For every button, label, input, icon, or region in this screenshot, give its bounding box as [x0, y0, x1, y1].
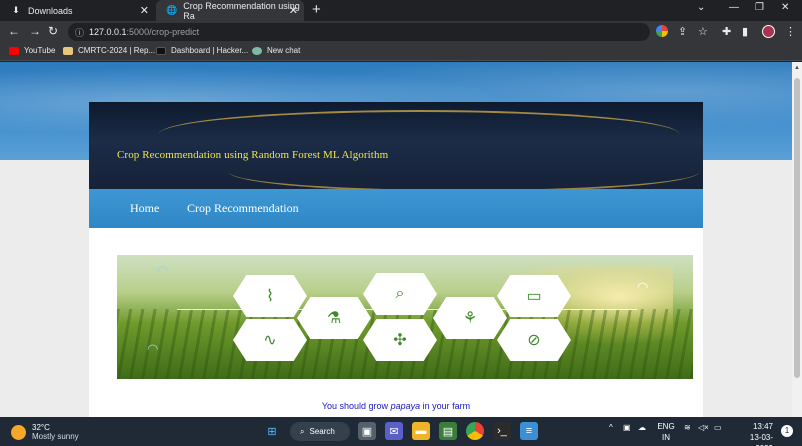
onedrive-icon[interactable]: ☁ [638, 423, 646, 432]
result-suffix: in your farm [422, 401, 471, 411]
farm-banner-image: ◠ ◠ ◠ ⌇ ⚗ ⌕ ⚘ ▭ ∿ ✣ ⊘ [117, 255, 693, 379]
bookmark-label: YouTube [24, 46, 56, 55]
show-hidden-icons[interactable]: ^ [609, 423, 613, 432]
chrome-icon[interactable] [466, 422, 484, 440]
tablet-icon: ▭ [497, 275, 571, 317]
weather-station-icon: ⌇ [233, 275, 307, 317]
close-tab-icon[interactable]: ✕ [289, 4, 298, 17]
search-label: Search [309, 427, 335, 436]
wifi-icon[interactable]: ≋ [684, 423, 691, 432]
magnifier-icon: ⌕ [363, 273, 437, 315]
taskbar: 32°C Mostly sunny ⊞ ⌕ Search ▣ ✉ ▬ ▤ ›_ … [0, 417, 802, 446]
menu-icon[interactable]: ⋮ [785, 25, 796, 38]
weather-widget[interactable]: 32°C Mostly sunny [11, 423, 79, 441]
file-explorer-icon[interactable]: ▬ [412, 422, 430, 440]
bookmark-youtube[interactable]: YouTube [9, 46, 55, 55]
site-header: Crop Recommendation using Random Forest … [89, 102, 703, 189]
pills-icon: ⊘ [497, 319, 571, 361]
teams-chat-icon[interactable]: ✉ [385, 422, 403, 440]
chat-icon [252, 46, 262, 55]
profile-avatar[interactable] [762, 25, 775, 38]
site-info-icon[interactable]: ⓘ [75, 26, 84, 39]
wifi-signal-icon: ◠ [637, 279, 649, 294]
bookmark-label: CMRTC-2024 | Rep... [78, 46, 156, 55]
terminal-icon[interactable]: ›_ [493, 422, 511, 440]
taskbar-search[interactable]: ⌕ Search [290, 422, 350, 441]
restore-button[interactable]: ❐ [755, 2, 764, 13]
side-panel-icon[interactable]: ▮ [742, 25, 748, 38]
url-text: 127.0.0.1:5000/crop-predict [89, 27, 200, 37]
scroll-up-icon[interactable]: ▲ [794, 65, 800, 71]
bookmark-label: New chat [267, 46, 301, 55]
globe-icon: 🌐 [166, 5, 178, 15]
share-icon[interactable]: ⇪ [678, 25, 687, 38]
notification-badge[interactable]: 1 [781, 425, 793, 437]
search-icon: ⌕ [300, 426, 305, 436]
download-icon: ⬇ [12, 5, 20, 15]
page-container: Crop Recommendation using Random Forest … [89, 102, 703, 417]
back-button[interactable]: ← [8, 24, 20, 38]
nav-home[interactable]: Home [130, 201, 159, 216]
minimize-button[interactable]: — [729, 2, 739, 13]
hackerearth-icon [156, 46, 166, 55]
bookmark-new-chat[interactable]: New chat [252, 46, 300, 55]
language-indicator[interactable]: ENG IN [656, 421, 676, 443]
clock[interactable]: 13:47 13-03-2023 [733, 421, 773, 446]
lang-region: IN [662, 433, 670, 442]
wifi-signal-icon: ◠ [147, 341, 159, 356]
tab-downloads[interactable]: ⬇ Downloads ✕ [0, 0, 155, 21]
lang-code: ENG [657, 422, 675, 431]
prediction-result: You should grow papaya in your farm [89, 401, 703, 411]
battery-icon[interactable]: ▭ [714, 423, 722, 432]
page-viewport: Crop Recommendation using Random Forest … [0, 62, 792, 417]
sun-icon [11, 425, 26, 440]
extensions-icon[interactable]: ✚ [722, 25, 731, 38]
main-nav: Home Crop Recommendation [89, 189, 703, 228]
defender-icon[interactable]: ▣ [623, 423, 631, 432]
seedling-icon: ⚘ [433, 297, 507, 339]
forward-button[interactable]: → [29, 24, 41, 38]
close-window-button[interactable]: ✕ [781, 2, 789, 13]
close-tab-icon[interactable]: ✕ [140, 4, 149, 17]
clock-date: 13-03-2023 [749, 433, 773, 446]
google-lens-icon[interactable] [656, 25, 668, 37]
bookmark-cmrtc[interactable]: CMRTC-2024 | Rep... [63, 46, 155, 55]
result-prefix: You should grow [321, 401, 389, 411]
tab-crop-recommendation[interactable]: 🌐 Crop Recommendation using Ra ✕ [156, 0, 304, 21]
task-view-icon[interactable]: ▣ [358, 422, 376, 440]
reload-button[interactable]: ↻ [48, 24, 58, 38]
windows-start-icon[interactable]: ⊞ [263, 422, 281, 440]
wifi-signal-icon: ◠ [157, 263, 169, 278]
weather-temp: 32°C [32, 423, 50, 432]
store-icon[interactable]: ▤ [439, 422, 457, 440]
tab-bar: ⬇ Downloads ✕ 🌐 Crop Recommendation usin… [0, 0, 802, 21]
clock-time: 13:47 [752, 422, 773, 431]
tab-title: Crop Recommendation using Ra [183, 0, 300, 21]
result-crop: papaya [390, 401, 421, 411]
browser-toolbar: ← → ↻ ⓘ 127.0.0.1:5000/crop-predict ⇪ ☆ … [0, 21, 802, 43]
volume-icon[interactable]: ◁× [698, 423, 709, 432]
tab-title: Downloads [28, 5, 73, 16]
flask-icon: ⚗ [297, 297, 371, 339]
weather-desc: Mostly sunny [32, 432, 79, 441]
bookmark-hacker-dashboard[interactable]: Dashboard | Hacker... [156, 46, 248, 55]
address-bar[interactable]: ⓘ 127.0.0.1:5000/crop-predict [68, 23, 650, 41]
youtube-icon [9, 46, 19, 55]
notepad-icon[interactable]: ≡ [520, 422, 538, 440]
bookmarks-bar: YouTube CMRTC-2024 | Rep... Dashboard | … [0, 43, 802, 61]
page-scrollbar[interactable]: ▲ [792, 62, 802, 417]
pulse-icon: ∿ [233, 319, 307, 361]
bookmark-star-icon[interactable]: ☆ [698, 25, 708, 38]
nav-crop-recommendation[interactable]: Crop Recommendation [187, 201, 299, 216]
new-tab-button[interactable]: + [312, 1, 321, 18]
folder-icon [63, 46, 73, 55]
site-title: Crop Recommendation using Random Forest … [117, 149, 389, 161]
scrollbar-thumb[interactable] [794, 78, 800, 378]
tab-search-icon[interactable]: ⌄ [697, 2, 705, 13]
drone-icon: ✣ [363, 319, 437, 361]
bookmark-label: Dashboard | Hacker... [171, 46, 249, 55]
